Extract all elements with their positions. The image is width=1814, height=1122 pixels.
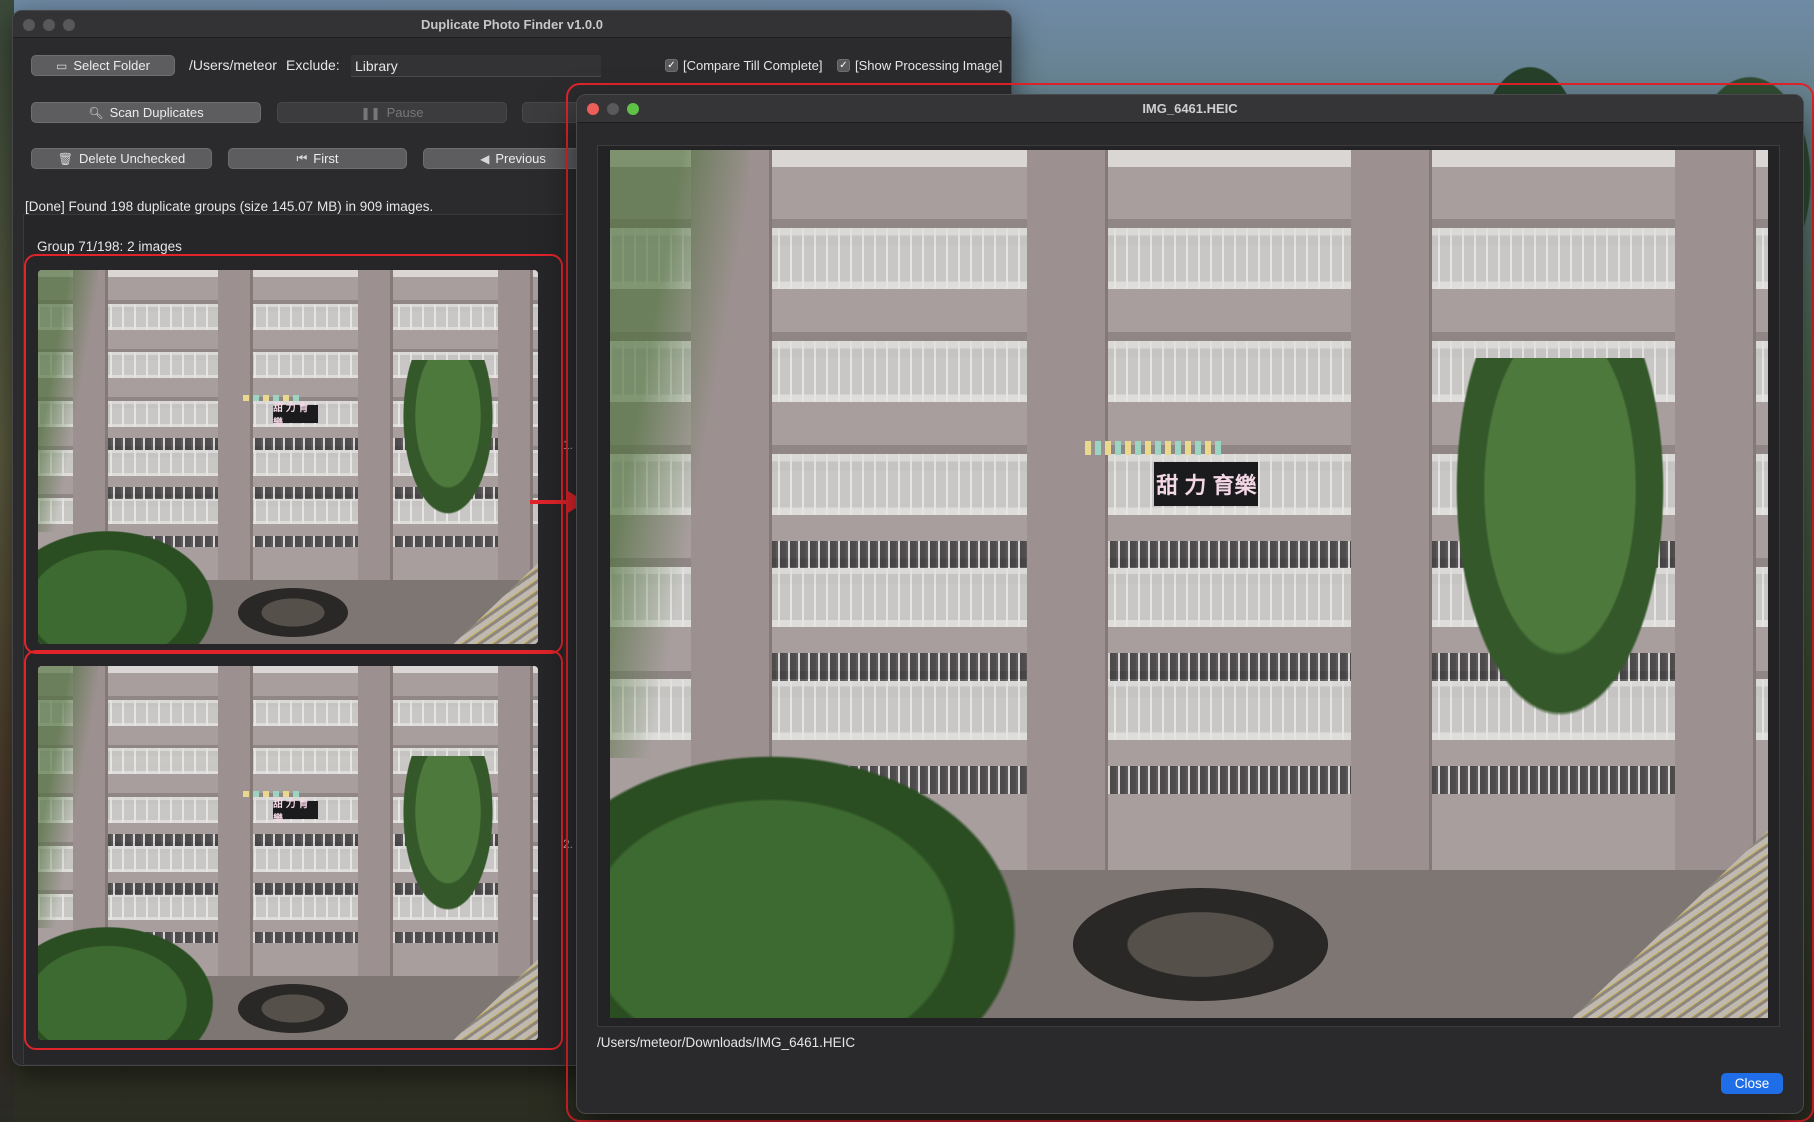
preview-file-path: /Users/meteor/Downloads/IMG_6461.HEIC: [597, 1035, 856, 1050]
zoom-window-button[interactable]: [627, 103, 639, 115]
scan-status-text: [Done] Found 198 duplicate groups (size …: [25, 199, 434, 214]
previous-triangle-icon: ◀: [480, 151, 490, 166]
duplicate-image-card[interactable]: 甜 力 育樂 2.: [24, 650, 573, 1050]
preview-image: 甜 力 育樂: [610, 150, 1768, 1018]
preview-titlebar[interactable]: IMG_6461.HEIC: [577, 95, 1803, 123]
toolbar-row-1: ▭ Select Folder /Users/meteor Exclude: L…: [31, 55, 1011, 79]
preview-title: IMG_6461.HEIC: [1142, 101, 1238, 116]
magnifier-icon: 🔍︎: [88, 105, 104, 120]
checkmark-icon: ✓: [665, 59, 678, 72]
preview-image-container: 甜 力 育樂: [597, 145, 1780, 1027]
trash-icon: 🗑︎: [57, 151, 73, 166]
exclude-label: Exclude:: [286, 57, 340, 73]
duplicate-image-thumbnail[interactable]: 甜 力 育樂: [38, 270, 538, 644]
building-photo: 甜 力 育樂: [38, 666, 538, 1040]
group-label: Group 71/198: 2 images: [37, 239, 182, 254]
duplicate-image-card[interactable]: 甜 力 育樂 1.: [24, 254, 573, 654]
first-label: First: [313, 151, 339, 166]
window-controls: [587, 103, 639, 115]
close-window-button[interactable]: [23, 19, 35, 31]
select-folder-label: Select Folder: [73, 58, 150, 73]
folder-path: /Users/meteor: [189, 57, 277, 73]
main-titlebar[interactable]: Duplicate Photo Finder v1.0.0: [13, 11, 1011, 38]
compare-till-complete-checkbox[interactable]: ✓ [Compare Till Complete]: [665, 58, 822, 73]
building-photo: 甜 力 育樂: [38, 270, 538, 644]
previous-label: Previous: [495, 151, 546, 166]
building-photo: 甜 力 育樂: [610, 150, 1768, 1018]
close-button[interactable]: Close: [1721, 1073, 1783, 1094]
duplicate-image-thumbnail[interactable]: 甜 力 育樂: [38, 666, 538, 1040]
first-button[interactable]: ⏮ First: [228, 148, 407, 169]
minimize-window-button[interactable]: [607, 103, 619, 115]
minimize-window-button[interactable]: [43, 19, 55, 31]
window-title: Duplicate Photo Finder v1.0.0: [420, 16, 604, 32]
show-processing-image-checkbox[interactable]: ✓ [Show Processing Image]: [837, 58, 1002, 73]
image-preview-window: IMG_6461.HEIC 甜 力 育樂 /Users/meteor/Downl…: [576, 94, 1804, 1114]
banner-text: 甜 力 育樂: [273, 798, 309, 825]
pause-button[interactable]: ❚❚ Pause: [277, 102, 507, 123]
banner-text: 甜 力 育樂: [1156, 473, 1257, 499]
skip-to-start-icon: ⏮: [296, 151, 308, 165]
folder-icon: ▭: [56, 58, 68, 73]
exclude-input[interactable]: Library: [351, 55, 601, 77]
show-processing-image-label: [Show Processing Image]: [855, 58, 1003, 73]
compare-till-complete-label: [Compare Till Complete]: [683, 58, 823, 73]
zoom-window-button[interactable]: [63, 19, 75, 31]
checkmark-icon: ✓: [837, 59, 850, 72]
scan-duplicates-label: Scan Duplicates: [109, 105, 204, 120]
close-window-button[interactable]: [587, 103, 599, 115]
delete-unchecked-button[interactable]: 🗑︎ Delete Unchecked: [31, 148, 212, 169]
annotation-arrow: [530, 500, 568, 504]
banner-text: 甜 力 育樂: [273, 402, 309, 429]
delete-unchecked-label: Delete Unchecked: [79, 151, 186, 166]
window-controls: [23, 19, 75, 31]
pause-icon: ❚❚: [360, 105, 381, 120]
select-folder-button[interactable]: ▭ Select Folder: [31, 55, 175, 76]
scan-duplicates-button[interactable]: 🔍︎ Scan Duplicates: [31, 102, 261, 123]
pause-label: Pause: [386, 105, 424, 120]
